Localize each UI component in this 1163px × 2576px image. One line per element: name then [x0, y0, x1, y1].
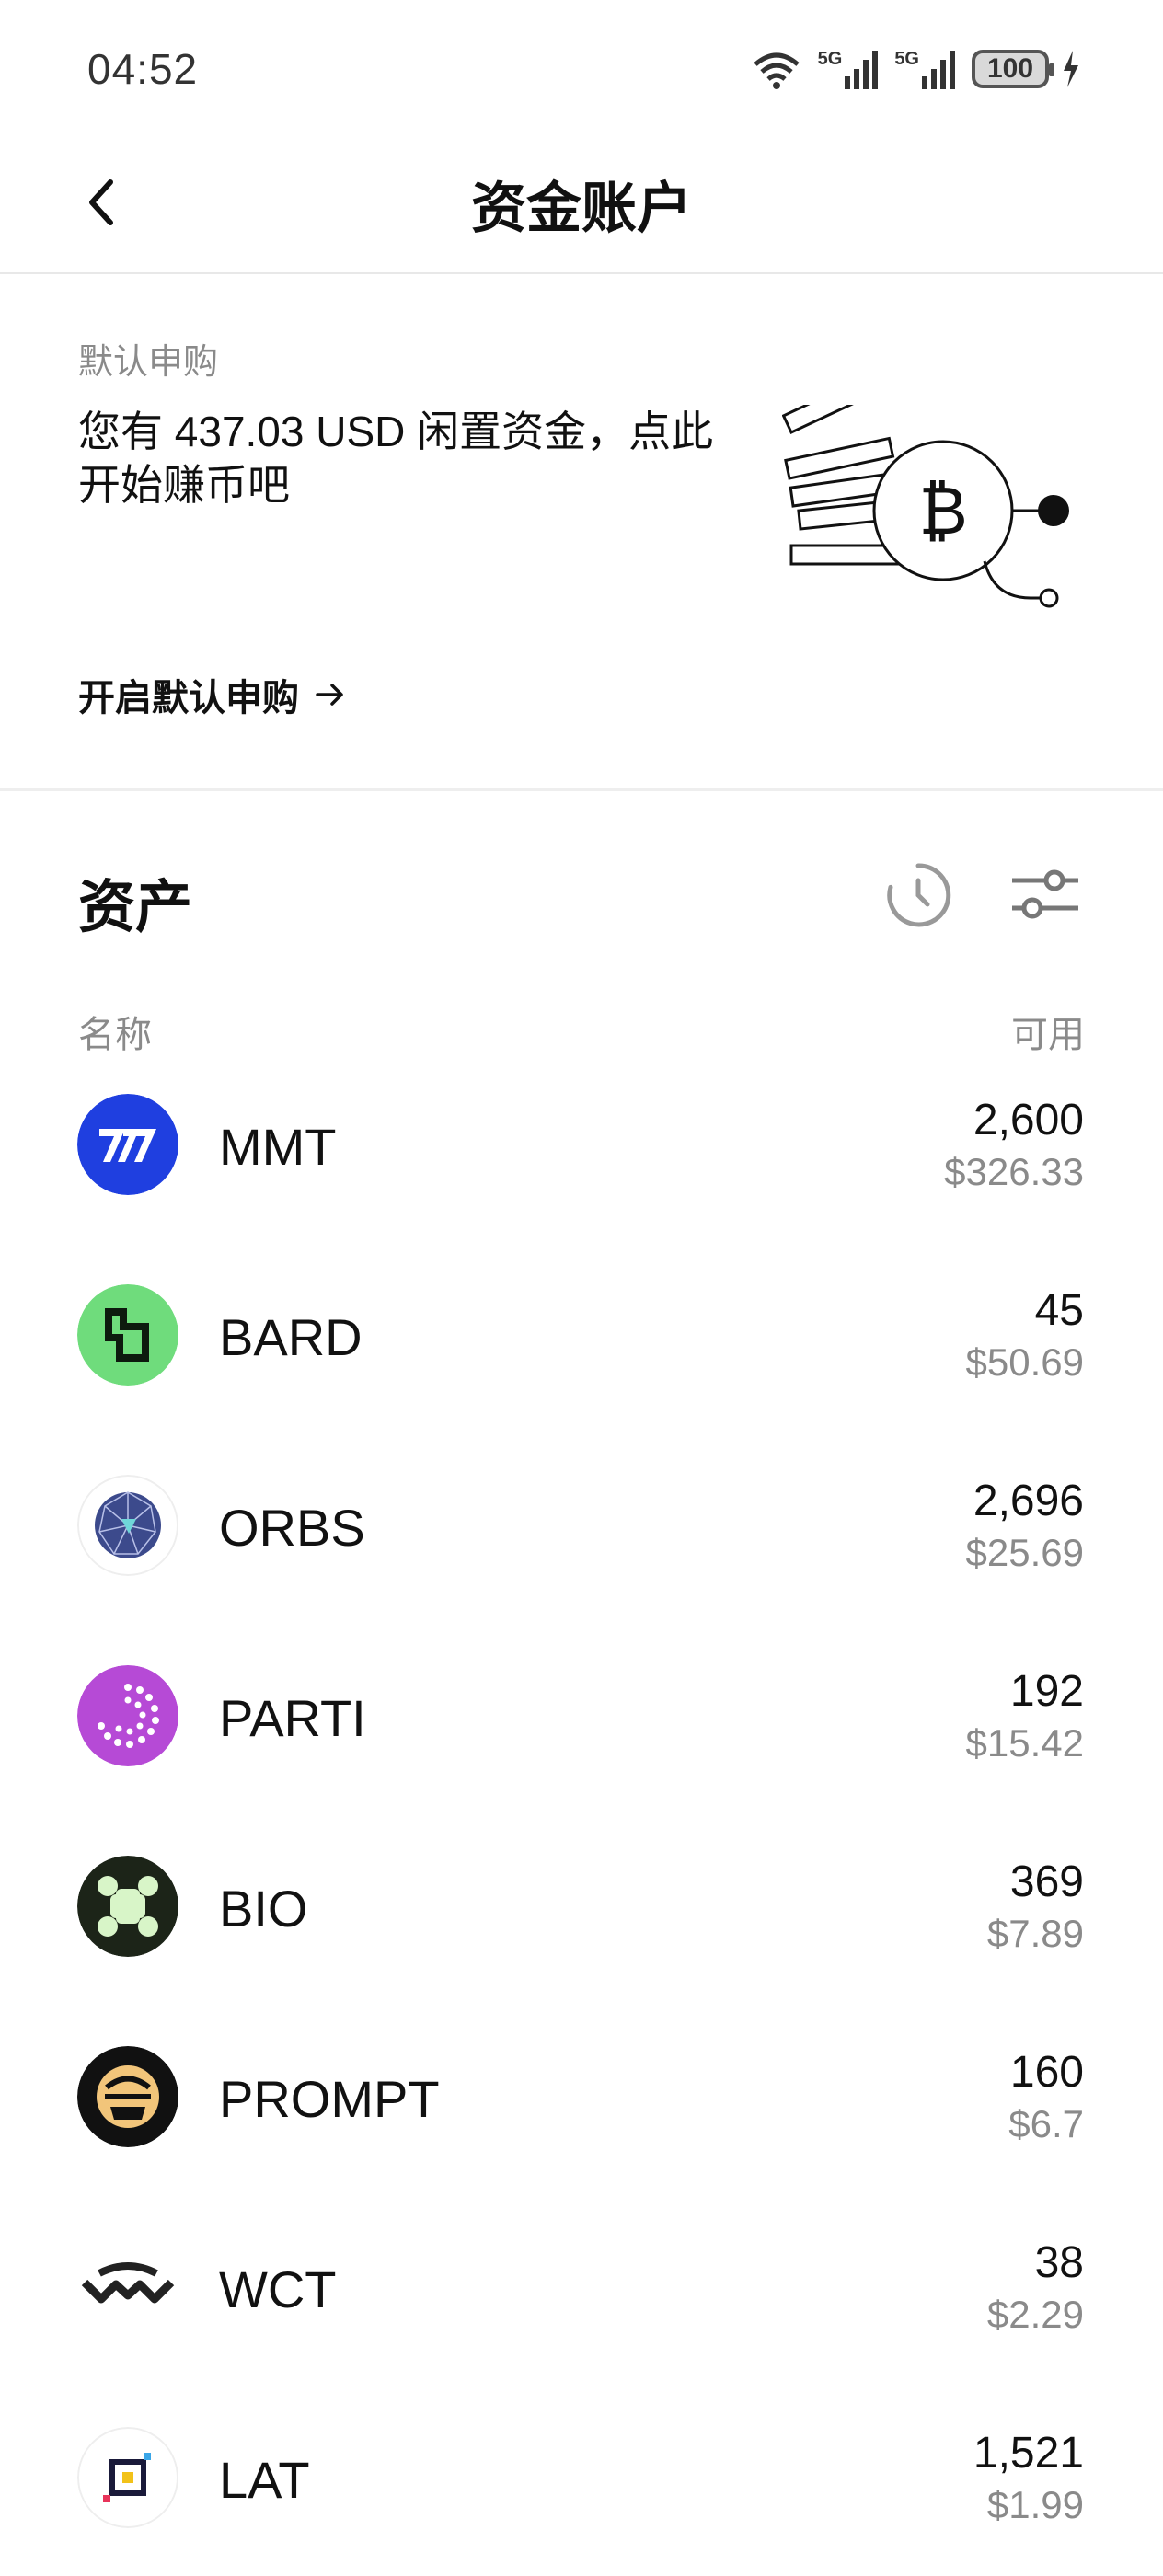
asset-amount: 38: [1034, 2238, 1084, 2287]
asset-amount: 2,600: [973, 1096, 1084, 1144]
asset-symbol: PARTI: [219, 1689, 366, 1747]
status-icons: 5G 5G 100: [748, 46, 1080, 92]
page-title: 资金账户: [471, 178, 692, 239]
battery-level: 100: [986, 53, 1034, 84]
asset-usd-value: $50.69: [965, 1340, 1084, 1384]
asset-row-prompt[interactable]: PROMPT 160 $6.7: [0, 2029, 1163, 2219]
arrow-right-icon: [316, 684, 343, 706]
asset-amount: 2,696: [973, 1477, 1084, 1525]
auto-subscribe-banner: 默认申购 您有 437.03 USD 闲置资金，点此开始赚币吧 开启默认申购 ₿: [0, 276, 1163, 791]
wifi-icon: [753, 52, 800, 89]
assets-title: 资产: [78, 876, 193, 939]
signal-bars-icon: [922, 51, 955, 89]
sliders-icon: [1012, 869, 1078, 919]
status-time: 04:52: [87, 45, 199, 93]
parti-icon: [77, 1665, 178, 1766]
svg-text:₿: ₿: [918, 472, 967, 549]
asset-row-wct[interactable]: WCT 38 $2.29: [0, 2219, 1163, 2409]
bard-icon: [77, 1284, 178, 1386]
column-header-available: 可用: [1011, 1015, 1085, 1055]
asset-amount: 45: [1034, 1286, 1084, 1335]
charging-icon: [1064, 51, 1078, 87]
asset-amount: 1,521: [973, 2429, 1084, 2478]
promo-label: 默认申购: [78, 343, 219, 382]
status-bar: 04:52 5G 5G 100: [0, 0, 1163, 138]
asset-symbol: BARD: [219, 1308, 363, 1366]
asset-usd-value: $1.99: [986, 2483, 1084, 2526]
asset-row-bio[interactable]: BIO 369 $7.89: [0, 1838, 1163, 2029]
history-button[interactable]: [883, 860, 953, 930]
signal-2: 5G: [894, 49, 959, 89]
asset-amount: 369: [1009, 1857, 1084, 1906]
asset-amount: 160: [1009, 2048, 1084, 2097]
prompt-icon: [77, 2046, 178, 2147]
mmt-icon: [77, 1094, 178, 1195]
asset-usd-value: $25.69: [965, 1531, 1084, 1574]
asset-row-parti[interactable]: PARTI 192 $15.42: [0, 1648, 1163, 1838]
asset-symbol: MMT: [219, 1118, 337, 1176]
asset-usd-value: $15.42: [965, 1721, 1084, 1765]
asset-row-orbs[interactable]: ORBS 2,696 $25.69: [0, 1457, 1163, 1648]
asset-amount: 192: [1009, 1667, 1084, 1716]
lat-icon: [77, 2427, 178, 2528]
wct-icon: [77, 2237, 178, 2338]
asset-symbol: ORBS: [219, 1499, 365, 1557]
history-icon: [887, 863, 951, 927]
network-type-2: 5G: [894, 49, 919, 69]
network-type-1: 5G: [817, 49, 843, 69]
signal-1: 5G: [818, 49, 882, 89]
signal-bars-icon: [845, 51, 879, 89]
bitcoin-coins-illustration: ₿: [782, 405, 1069, 608]
asset-symbol: WCT: [219, 2260, 337, 2318]
asset-row-lat[interactable]: LAT 1,521 $1.99: [0, 2409, 1163, 2576]
asset-usd-value: $6.7: [1008, 2102, 1084, 2145]
promo-link-label: 开启默认申购: [78, 678, 299, 719]
battery-indicator: 100: [972, 50, 1054, 88]
asset-list: MMT 2,600 $326.33 BARD 45 $50.69 ORBS 2,…: [0, 1076, 1163, 2576]
page-header: 资金账户: [0, 138, 1163, 274]
asset-usd-value: $326.33: [944, 1150, 1084, 1193]
asset-symbol: PROMPT: [219, 2070, 440, 2128]
bio-icon: [77, 1856, 178, 1957]
column-header-name: 名称: [78, 1015, 152, 1055]
asset-usd-value: $7.89: [986, 1912, 1084, 1955]
asset-usd-value: $2.29: [986, 2293, 1084, 2336]
enable-auto-subscribe-link[interactable]: 开启默认申购: [78, 668, 345, 721]
promo-text: 您有 437.03 USD 闲置资金，点此开始赚币吧: [78, 408, 714, 509]
asset-row-bard[interactable]: BARD 45 $50.69: [0, 1267, 1163, 1457]
asset-symbol: BIO: [219, 1880, 308, 1938]
orbs-icon: [77, 1475, 178, 1576]
asset-symbol: LAT: [219, 2451, 310, 2509]
filter-button[interactable]: [1010, 860, 1080, 930]
asset-row-mmt[interactable]: MMT 2,600 $326.33: [0, 1076, 1163, 1267]
